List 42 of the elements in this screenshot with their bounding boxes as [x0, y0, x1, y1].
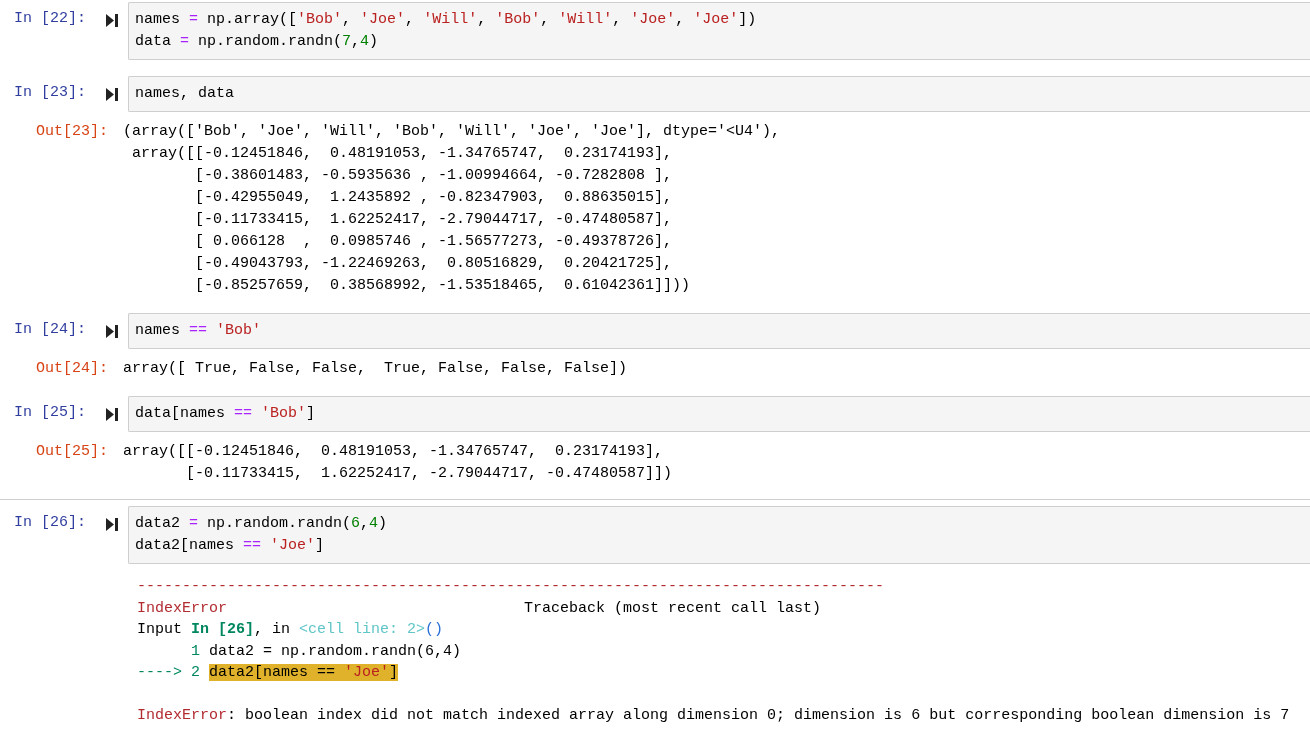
code-editor[interactable]: data[names == 'Bob']: [128, 396, 1310, 432]
output-line: [-0.38601483, -0.5935636 , -1.00994664, -0.7282808 ],: [194, 166, 674, 186]
code-editor[interactable]: names = np.array(['Bob', 'Joe', 'Will', 'Bob', 'Will', 'Joe', 'Joe']) data = np.random.randn(7,4): [128, 2, 1310, 60]
traceback-line: -----------------------------------------------------------------------------------: [137, 577, 886, 597]
run-icon[interactable]: [106, 14, 118, 27]
traceback-line: IndexError Traceback (most recent call last): [137, 598, 823, 619]
output-line: (array(['Bob', 'Joe', 'Will', 'Bob', 'Will', 'Joe', 'Joe'], dtype='<U4'),: [123, 122, 781, 142]
run-icon[interactable]: [106, 88, 118, 101]
input-prompt: In [24]:: [13, 320, 87, 340]
code-line: data[names == 'Bob']: [135, 404, 317, 424]
input-prompt: In [25]:: [13, 403, 87, 423]
output-prompt: Out[23]:: [35, 122, 109, 142]
run-icon[interactable]: [106, 408, 118, 421]
output-prompt: Out[24]:: [35, 359, 109, 379]
traceback-line: Input In [26], in <cell line: 2>(): [137, 620, 445, 640]
output-line: array([[-0.12451846, 0.48191053, -1.34765747, 0.23174193],: [131, 144, 674, 164]
run-icon[interactable]: [106, 518, 118, 531]
output-line: array([ True, False, False, True, False, False, False]): [123, 359, 628, 379]
code-line: names = np.array(['Bob', 'Joe', 'Will', 'Bob', 'Will', 'Joe', 'Joe']): [135, 10, 758, 30]
output-line: [-0.85257659, 0.38568992, -1.53518465, 0.61042361]])): [194, 276, 692, 296]
code-line: data2[names == 'Joe']: [135, 536, 326, 556]
code-line: names, data: [135, 84, 236, 104]
output-line: [-0.11733415, 1.62252417, -2.79044717, -0.47480587]]): [185, 464, 673, 484]
code-line: names == 'Bob': [135, 321, 263, 341]
error-message: IndexError: boolean index did not match indexed array along dimension 0; dimension is 6 but corresponding boolean dimension is 7: [137, 705, 1291, 726]
input-prompt: In [23]:: [13, 83, 87, 103]
output-prompt: Out[25]:: [35, 442, 109, 462]
traceback-line: ----> 2 data2[names == 'Joe']: [137, 663, 400, 683]
output-line: [ 0.066128 , 0.0985746 , -1.56577273, -0.49378726],: [194, 232, 674, 252]
code-editor[interactable]: names, data: [128, 76, 1310, 112]
traceback-line: 1 data2 = np.random.randn(6,4): [190, 641, 463, 662]
output-line: [-0.11733415, 1.62252417, -2.79044717, -0.47480587],: [194, 210, 674, 230]
code-line: data2 = np.random.randn(6,4): [135, 514, 389, 534]
run-icon[interactable]: [106, 325, 118, 338]
output-line: [-0.42955049, 1.2435892 , -0.82347903, 0.88635015],: [194, 188, 674, 208]
code-line: data = np.random.randn(7,4): [135, 32, 380, 52]
output-line: array([[-0.12451846, 0.48191053, -1.34765747, 0.23174193],: [123, 442, 665, 462]
input-prompt: In [26]:: [13, 513, 87, 533]
output-line: [-0.49043793, -1.22469263, 0.80516829, 0.20421725],: [194, 254, 674, 274]
code-editor[interactable]: data2 = np.random.randn(6,4) data2[names == 'Joe']: [128, 506, 1310, 564]
code-editor[interactable]: names == 'Bob': [128, 313, 1310, 349]
input-prompt: In [22]:: [13, 9, 87, 29]
